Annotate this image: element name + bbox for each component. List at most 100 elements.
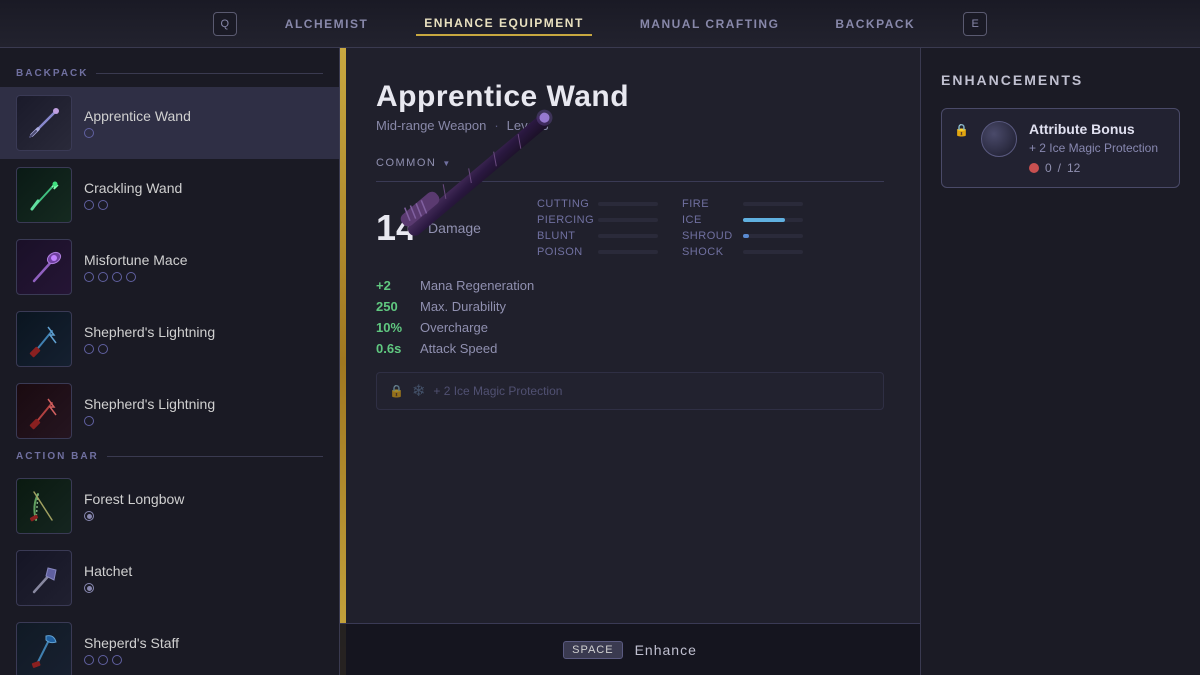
item-icon-shepherds-lightning-1 (16, 311, 72, 367)
item-name-forest-longbow: Forest Longbow (84, 491, 323, 507)
enhancement-name: Attribute Bonus (1029, 121, 1167, 137)
item-icon-hatchet (16, 550, 72, 606)
shock-bar (743, 250, 803, 254)
enhancements-title: ENHANCEMENTS (941, 72, 1180, 88)
slot-0 (84, 128, 94, 138)
enhance-label[interactable]: Enhance (635, 642, 697, 658)
item-icon-forest-longbow (16, 478, 72, 534)
wand-svg (350, 62, 611, 293)
item-name-hatchet: Hatchet (84, 563, 323, 579)
top-navigation: Q ALCHEMIST ENHANCE EQUIPMENT MANUAL CRA… (0, 0, 1200, 48)
item-info-shepherds-lightning-1: Shepherd's Lightning (84, 324, 323, 354)
item-slots-shepherds-lightning-1 (84, 344, 323, 354)
right-panel: ENHANCEMENTS 🔒 Attribute Bonus + 2 Ice M… (920, 48, 1200, 675)
snowflake-icon: ❄ (412, 381, 425, 401)
item-slots-hatchet (84, 583, 323, 593)
nav-backpack[interactable]: BACKPACK (827, 13, 923, 35)
slot-0 (84, 655, 94, 665)
attack-speed-row: 0.6s Attack Speed (376, 341, 884, 356)
item-slots-shepherds-lightning-2 (84, 416, 323, 426)
item-info-crackling-wand: Crackling Wand (84, 180, 323, 210)
shroud-bar (743, 234, 803, 238)
slot-2 (112, 655, 122, 665)
ice-fill (743, 218, 785, 222)
enhancement-card-attribute-bonus[interactable]: 🔒 Attribute Bonus + 2 Ice Magic Protecti… (941, 108, 1180, 188)
durability-label: Max. Durability (420, 299, 506, 314)
sidebar-item-misfortune-mace[interactable]: Misfortune Mace (0, 231, 339, 303)
item-name-shepherds-lightning-2: Shepherd's Lightning (84, 396, 323, 412)
gold-bar (340, 48, 346, 675)
backpack-section-label: BACKPACK (0, 64, 339, 87)
attack-speed-value: 0.6s (376, 341, 412, 356)
slot-0 (84, 200, 94, 210)
nav-manual-crafting[interactable]: MANUAL CRAFTING (632, 13, 788, 35)
ice-bar (743, 218, 803, 222)
shroud-fill (743, 234, 749, 238)
overcharge-value: 10% (376, 320, 412, 335)
shock-row: SHOCK (682, 246, 803, 258)
item-icon-apprentice-wand (16, 95, 72, 151)
sidebar-item-hatchet[interactable]: Hatchet (0, 542, 339, 614)
slot-1 (98, 272, 108, 282)
enhancement-description: + 2 Ice Magic Protection (1029, 141, 1167, 155)
slot-radio-0 (84, 583, 94, 593)
fire-label: FIRE (682, 198, 737, 210)
shock-label: SHOCK (682, 246, 737, 258)
item-slots-forest-longbow (84, 511, 323, 521)
enhancement-orb (981, 121, 1017, 157)
item-name-apprentice-wand: Apprentice Wand (84, 108, 323, 124)
slot-2 (112, 272, 122, 282)
nav-alchemist[interactable]: ALCHEMIST (277, 13, 377, 35)
cost-separator: / (1058, 161, 1061, 175)
main-layout: BACKPACK Apprentice Wand (0, 48, 1200, 675)
shroud-label: SHROUD (682, 230, 737, 242)
item-info-shepherds-lightning-2: Shepherd's Lightning (84, 396, 323, 426)
weapon-image (360, 98, 600, 258)
nav-enhance-equipment[interactable]: ENHANCE EQUIPMENT (416, 12, 592, 36)
item-name-shepherds-lightning-1: Shepherd's Lightning (84, 324, 323, 340)
item-name-shepherds-staff: Sheperd's Staff (84, 635, 323, 651)
misc-stats: +2 Mana Regeneration 250 Max. Durability… (376, 278, 884, 356)
slot-0 (84, 272, 94, 282)
lock-icon: 🔒 (389, 384, 404, 398)
ice-row: ICE (682, 214, 803, 226)
cost-max: 12 (1067, 161, 1080, 175)
sidebar-item-shepherds-lightning-2[interactable]: Shepherd's Lightning (0, 375, 339, 447)
action-bar-section-label: ACTION BAR (0, 447, 339, 470)
sidebar-item-crackling-wand[interactable]: Crackling Wand (0, 159, 339, 231)
sidebar-item-apprentice-wand[interactable]: Apprentice Wand (0, 87, 339, 159)
cost-orb-icon (1029, 163, 1039, 173)
locked-enhancement-slot: 🔒 ❄ + 2 Ice Magic Protection (376, 372, 884, 410)
slot-1 (98, 655, 108, 665)
sidebar: BACKPACK Apprentice Wand (0, 48, 340, 675)
mana-regen-value: +2 (376, 278, 412, 293)
sidebar-item-forest-longbow[interactable]: Forest Longbow (0, 470, 339, 542)
space-key[interactable]: SPACE (563, 641, 622, 659)
poison-bar (598, 250, 658, 254)
piercing-bar (598, 218, 658, 222)
durability-value: 250 (376, 299, 412, 314)
locked-enhancement-text: + 2 Ice Magic Protection (433, 384, 562, 398)
sidebar-item-shepherds-staff[interactable]: Sheperd's Staff (0, 614, 339, 675)
slot-0 (84, 416, 94, 426)
q-key[interactable]: Q (213, 12, 237, 36)
center-panel: Apprentice Wand Mid-range Weapon · Level… (340, 48, 920, 675)
item-icon-shepherds-lightning-2 (16, 383, 72, 439)
enhancement-details: Attribute Bonus + 2 Ice Magic Protection… (1029, 121, 1167, 175)
slot-1 (98, 200, 108, 210)
cutting-bar (598, 202, 658, 206)
item-icon-shepherds-staff (16, 622, 72, 675)
attack-speed-label: Attack Speed (420, 341, 497, 356)
e-key[interactable]: E (963, 12, 987, 36)
mana-regen-row: +2 Mana Regeneration (376, 278, 884, 293)
item-info-misfortune-mace: Misfortune Mace (84, 252, 323, 282)
item-name-misfortune-mace: Misfortune Mace (84, 252, 323, 268)
item-name-crackling-wand: Crackling Wand (84, 180, 323, 196)
shroud-row: SHROUD (682, 230, 803, 242)
sidebar-item-shepherds-lightning-1[interactable]: Shepherd's Lightning (0, 303, 339, 375)
item-info-shepherds-staff: Sheperd's Staff (84, 635, 323, 665)
durability-row: 250 Max. Durability (376, 299, 884, 314)
cost-current: 0 (1045, 161, 1052, 175)
slot-0 (84, 344, 94, 354)
item-info-hatchet: Hatchet (84, 563, 323, 593)
